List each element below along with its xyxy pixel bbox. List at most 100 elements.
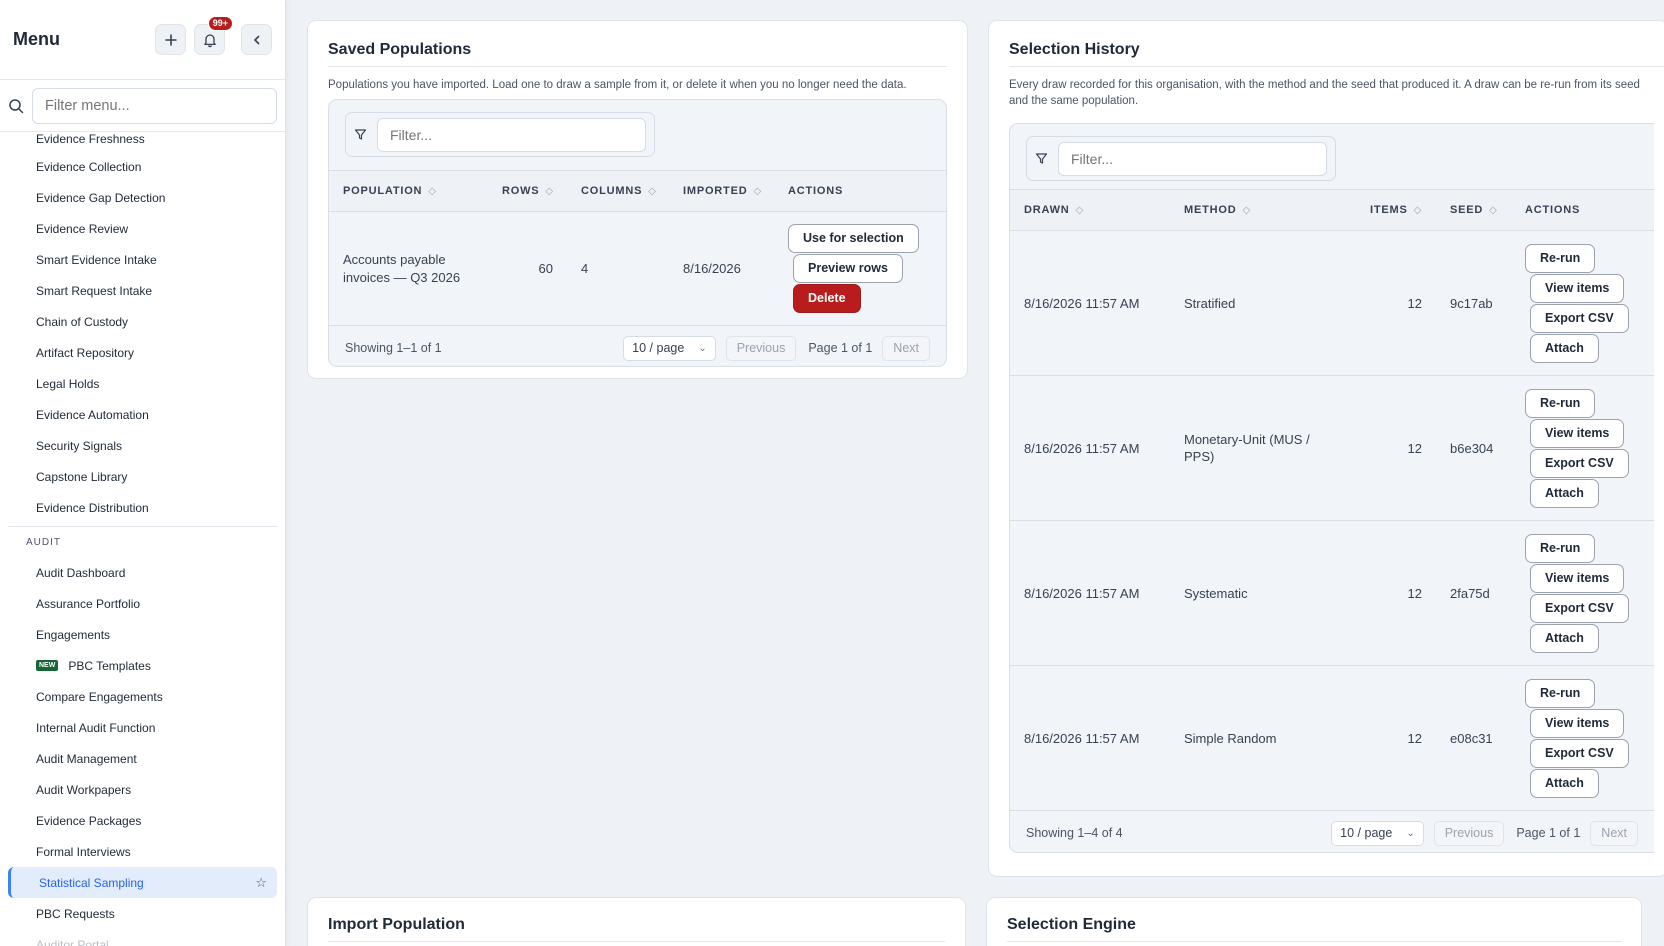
re-run-button[interactable]: Re-run: [1525, 533, 1596, 563]
saved-populations-filter-input[interactable]: [377, 117, 646, 152]
sidebar-item-auditor-portal[interactable]: Auditor Portal: [0, 929, 285, 946]
sidebar-item-evidence-gap-detection[interactable]: Evidence Gap Detection: [0, 182, 285, 213]
sidebar-item-label: Audit Management: [36, 751, 137, 766]
sidebar-item-smart-evidence-intake[interactable]: Smart Evidence Intake: [0, 244, 285, 275]
sidebar-item-statistical-sampling[interactable]: Statistical Sampling ☆: [8, 867, 277, 898]
re-run-button[interactable]: Re-run: [1525, 678, 1596, 708]
cell-method: Monetary-Unit (MUS / PPS): [1184, 432, 1310, 464]
cell-actions: Use for selection Preview rows Delete: [788, 224, 919, 313]
sidebar-item-evidence-freshness[interactable]: Evidence Freshness: [0, 132, 285, 151]
sidebar-item-evidence-review[interactable]: Evidence Review: [0, 213, 285, 244]
sidebar-item-assurance-portfolio[interactable]: Assurance Portfolio: [0, 588, 285, 619]
sidebar-item-chain-of-custody[interactable]: Chain of Custody: [0, 306, 285, 337]
view-items-button[interactable]: View items: [1530, 708, 1625, 738]
table-row: 8/16/2026 11:57 AM Stratified 12 9c17ab …: [1010, 231, 1654, 376]
cell-seed: b6e304: [1450, 440, 1494, 456]
sidebar-item-compare-engagements[interactable]: Compare Engagements: [0, 681, 285, 712]
page-size-select[interactable]: 10 / page ⌄: [623, 335, 716, 361]
cell-seed: 9c17ab: [1450, 295, 1493, 311]
selection-history-description: Every draw recorded for this organisatio…: [1009, 79, 1640, 107]
re-run-button[interactable]: Re-run: [1525, 243, 1596, 273]
sidebar-item-evidence-automation[interactable]: Evidence Automation: [0, 399, 285, 430]
add-button[interactable]: [155, 24, 186, 55]
menu-filter-input[interactable]: [32, 87, 277, 124]
sidebar-item-audit-workpapers[interactable]: Audit Workpapers: [0, 774, 285, 805]
sidebar-item-label: Auditor Portal: [36, 937, 109, 946]
column-header-actions: ACTIONS: [1525, 204, 1581, 216]
selection-history-title: Selection History: [1009, 41, 1664, 67]
sidebar-item-legal-holds[interactable]: Legal Holds: [0, 368, 285, 399]
sidebar: Menu 99+ Evidence Freshness Evidence Col…: [0, 0, 286, 946]
sidebar-item-label: Formal Interviews: [36, 844, 131, 859]
previous-button[interactable]: Previous: [1433, 820, 1505, 846]
table-row: Accounts payable invoices — Q3 2026 60 4…: [329, 212, 946, 326]
sidebar-item-formal-interviews[interactable]: Formal Interviews: [0, 836, 285, 867]
page-indicator: Page 1 of 1: [1516, 826, 1581, 840]
selection-history-filter-input[interactable]: [1058, 141, 1327, 176]
column-header-items[interactable]: ITEMS ◇: [1370, 204, 1450, 216]
delete-button[interactable]: Delete: [793, 284, 861, 313]
cell-columns: 4: [581, 261, 589, 276]
column-header-population[interactable]: POPULATION ◇: [329, 185, 502, 197]
column-header-rows[interactable]: ROWS ◇: [502, 185, 581, 197]
sidebar-item-evidence-distribution[interactable]: Evidence Distribution: [0, 492, 285, 523]
re-run-button[interactable]: Re-run: [1525, 388, 1596, 418]
sidebar-item-pbc-requests[interactable]: PBC Requests: [0, 898, 285, 929]
export-csv-button[interactable]: Export CSV: [1530, 738, 1629, 768]
view-items-button[interactable]: View items: [1530, 418, 1625, 448]
column-header-imported[interactable]: IMPORTED ◇: [683, 185, 788, 197]
export-csv-button[interactable]: Export CSV: [1530, 448, 1629, 478]
cell-drawn: 8/16/2026 11:57 AM: [1024, 440, 1140, 456]
attach-button[interactable]: Attach: [1530, 333, 1599, 363]
column-header-seed[interactable]: SEED ◇: [1450, 204, 1525, 216]
new-badge: NEW: [36, 660, 59, 671]
sidebar-item-artifact-repository[interactable]: Artifact Repository: [0, 337, 285, 368]
star-icon[interactable]: ☆: [255, 875, 267, 891]
sidebar-item-label: Smart Evidence Intake: [36, 252, 157, 267]
sort-icon: ◇: [1413, 205, 1423, 216]
sidebar-item-label: PBC Requests: [36, 906, 115, 921]
sidebar-item-audit-management[interactable]: Audit Management: [0, 743, 285, 774]
column-header-drawn[interactable]: DRAWN ◇: [1010, 204, 1184, 216]
sort-icon: ◇: [428, 186, 437, 197]
filter-icon: [354, 129, 367, 140]
sidebar-item-capstone-library[interactable]: Capstone Library: [0, 461, 285, 492]
sidebar-item-engagements[interactable]: Engagements: [0, 619, 285, 650]
sidebar-item-internal-audit-function[interactable]: Internal Audit Function: [0, 712, 285, 743]
chevron-down-icon: ⌄: [1406, 827, 1415, 839]
export-csv-button[interactable]: Export CSV: [1530, 303, 1629, 333]
sidebar-item-evidence-collection[interactable]: Evidence Collection: [0, 151, 285, 182]
sidebar-item-evidence-packages[interactable]: Evidence Packages: [0, 805, 285, 836]
sidebar-item-smart-request-intake[interactable]: Smart Request Intake: [0, 275, 285, 306]
attach-button[interactable]: Attach: [1530, 768, 1599, 798]
view-items-button[interactable]: View items: [1530, 273, 1625, 303]
cell-method: Systematic: [1184, 585, 1248, 601]
attach-button[interactable]: Attach: [1530, 623, 1599, 653]
section-label-audit: AUDIT: [26, 536, 61, 548]
view-items-button[interactable]: View items: [1530, 563, 1625, 593]
notification-badge: 99+: [207, 16, 233, 31]
cell-drawn: 8/16/2026 11:57 AM: [1024, 585, 1140, 601]
sidebar-item-label: Audit Dashboard: [36, 565, 126, 580]
column-header-columns[interactable]: COLUMNS ◇: [581, 185, 683, 197]
sidebar-item-pbc-templates[interactable]: NEW PBC Templates: [0, 650, 285, 681]
import-population-title: Import Population: [328, 916, 945, 942]
attach-button[interactable]: Attach: [1530, 478, 1599, 508]
sort-icon: ◇: [753, 186, 762, 197]
cell-actions: Re-run View items Export CSV Attach: [1525, 388, 1629, 508]
collapse-sidebar-button[interactable]: [241, 24, 272, 55]
sidebar-item-audit-dashboard[interactable]: Audit Dashboard: [0, 557, 285, 588]
next-button[interactable]: Next: [1590, 820, 1638, 846]
sidebar-item-security-signals[interactable]: Security Signals: [0, 430, 285, 461]
use-for-selection-button[interactable]: Use for selection: [788, 224, 919, 253]
next-button[interactable]: Next: [882, 335, 930, 361]
page-size-select[interactable]: 10 / page ⌄: [1331, 820, 1424, 846]
sidebar-item-label: Evidence Collection: [36, 159, 142, 174]
notifications-button[interactable]: 99+: [194, 16, 233, 55]
column-header-method[interactable]: METHOD ◇: [1184, 204, 1370, 216]
previous-button[interactable]: Previous: [725, 335, 797, 361]
page-indicator: Page 1 of 1: [808, 341, 873, 355]
import-population-card: Import Population: [307, 897, 966, 946]
preview-rows-button[interactable]: Preview rows: [793, 254, 903, 283]
export-csv-button[interactable]: Export CSV: [1530, 593, 1629, 623]
